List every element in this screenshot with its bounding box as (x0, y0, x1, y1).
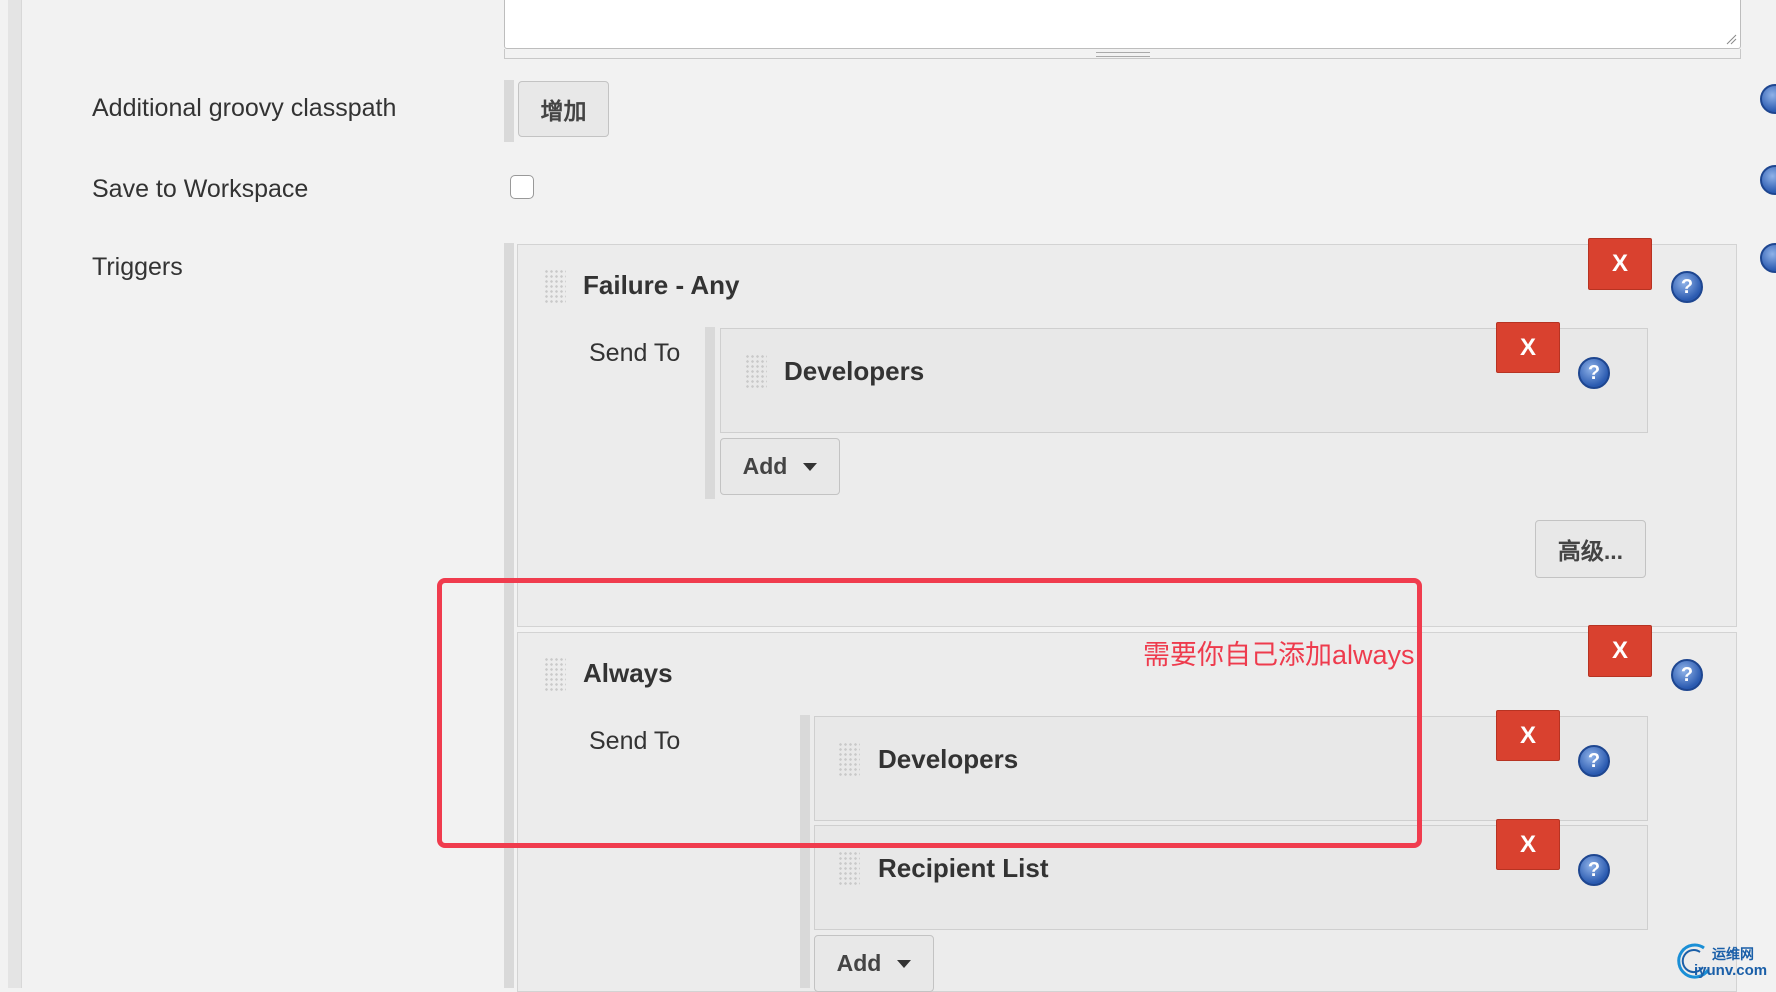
help-icon[interactable]: ? (1671, 659, 1703, 691)
annotation-note: 需要你自己添加always (1143, 640, 1415, 670)
send-to-bar (705, 327, 715, 499)
add-classpath-button[interactable]: 增加 (518, 81, 609, 137)
trigger-title: Failure - Any (583, 270, 740, 300)
script-textarea[interactable] (504, 0, 1741, 49)
caret-down-icon (803, 462, 818, 471)
help-icon[interactable] (1760, 165, 1776, 195)
save-workspace-checkbox[interactable] (510, 175, 534, 199)
help-icon[interactable] (1760, 243, 1776, 273)
delete-recipient-button[interactable]: X (1496, 710, 1560, 761)
drag-handle-icon[interactable] (544, 269, 566, 303)
delete-recipient-button[interactable]: X (1496, 322, 1560, 373)
recipient-title: Developers (784, 356, 925, 386)
groovy-classpath-label: Additional groovy classpath (92, 94, 397, 122)
delete-trigger-button[interactable]: X (1588, 238, 1652, 290)
help-icon[interactable]: ? (1671, 271, 1703, 303)
add-button-label: Add (742, 453, 788, 479)
caret-down-icon (897, 959, 912, 968)
delete-trigger-button[interactable]: X (1588, 625, 1652, 677)
help-icon[interactable]: ? (1578, 357, 1610, 389)
field-bar (504, 80, 514, 142)
triggers-label: Triggers (92, 253, 183, 281)
add-recipient-button[interactable]: Add (814, 935, 934, 992)
watermark-cn: 运维网 (1712, 946, 1754, 962)
advanced-button[interactable]: 高级... (1535, 520, 1646, 578)
resize-grip-icon[interactable] (1725, 33, 1737, 45)
watermark: 运维网 iyunv.com (1672, 940, 1772, 984)
save-workspace-label: Save to Workspace (92, 175, 309, 203)
add-recipient-button[interactable]: Add (720, 438, 840, 495)
help-icon[interactable]: ? (1578, 745, 1610, 777)
left-gutter (8, 0, 22, 988)
send-to-label: Send To (589, 339, 681, 367)
annotation-highlight-box (437, 578, 1422, 848)
help-icon[interactable]: ? (1578, 854, 1610, 886)
watermark-url: iyunv.com (1694, 962, 1768, 979)
drag-handle-icon[interactable] (838, 851, 860, 885)
textarea-drag-handle[interactable] (1096, 52, 1150, 57)
help-icon[interactable] (1760, 84, 1776, 114)
add-button-label: Add (836, 950, 882, 976)
delete-recipient-button[interactable]: X (1496, 819, 1560, 870)
drag-handle-icon[interactable] (745, 354, 767, 388)
recipient-title: Recipient List (878, 853, 1049, 883)
